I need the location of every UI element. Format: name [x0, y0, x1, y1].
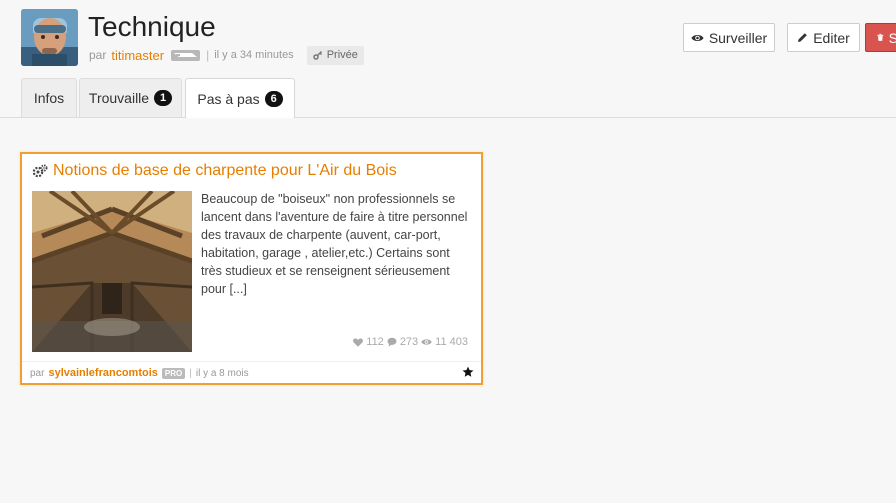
delete-button[interactable]: S [865, 23, 896, 52]
timestamp: il y a 34 minutes [214, 49, 294, 61]
pro-badge: PRO [161, 367, 186, 379]
author-link[interactable]: titimaster [111, 48, 164, 63]
page-title: Technique [88, 11, 216, 42]
trouvaille-count-badge: 1 [154, 90, 173, 106]
saw-icon [171, 49, 201, 61]
steps-count-badge: 6 [264, 90, 283, 107]
card-description: Beaucoup de "boiseux" non professionnels… [201, 192, 468, 296]
card-thumbnail[interactable] [32, 191, 192, 352]
gears-icon [32, 164, 48, 177]
by-label: par [30, 367, 45, 379]
by-label: par [89, 48, 107, 62]
page-meta: par titimaster | il y a 34 minutes Privé… [89, 45, 364, 65]
views-count: 11 403 [435, 336, 468, 348]
edit-button[interactable]: Editer [787, 23, 860, 52]
card-timestamp: il y a 8 mois [195, 367, 249, 379]
eye-icon [421, 339, 432, 345]
delete-button-label: S [888, 29, 896, 46]
tab-label: Infos [33, 90, 65, 106]
card-footer: par sylvainlefrancomtois PRO | il y a 8 … [22, 361, 481, 384]
footer-separator: | [189, 367, 192, 379]
key-icon [312, 50, 322, 60]
eye-icon [691, 34, 704, 41]
tab-label: Trouvaille [88, 90, 150, 106]
card-title[interactable]: Notions de base de charpente pour L'Air … [32, 162, 397, 180]
watch-button[interactable]: Surveiller [683, 23, 775, 52]
tab-pas-a-pas[interactable]: Pas à pas 6 [185, 78, 295, 118]
page-header: Technique par titimaster | il y a 34 min… [0, 0, 896, 118]
pencil-icon [798, 33, 808, 42]
avatar[interactable] [21, 9, 78, 66]
card-stats: 112 273 11 403 [353, 336, 468, 348]
meta-separator: | [206, 48, 210, 62]
howto-card[interactable]: Notions de base de charpente pour L'Air … [20, 152, 483, 385]
card-title-text: Notions de base de charpente pour L'Air … [53, 162, 397, 179]
likes-count: 112 [366, 336, 384, 348]
star-icon[interactable] [462, 366, 474, 378]
trash-icon [877, 33, 884, 41]
card-author-link[interactable]: sylvainlefrancomtois [48, 367, 157, 379]
heart-icon [353, 338, 364, 347]
comments-count: 273 [399, 336, 419, 348]
tab-label: Pas à pas [197, 90, 260, 107]
tab-infos[interactable]: Infos [21, 78, 77, 117]
tab-trouvaille[interactable]: Trouvaille 1 [79, 78, 182, 117]
visibility-label: Privée [326, 49, 358, 61]
visibility-badge: Privée [306, 45, 364, 65]
edit-button-label: Editer [813, 29, 850, 46]
comment-icon [387, 337, 397, 347]
watch-button-label: Surveiller [708, 29, 768, 46]
